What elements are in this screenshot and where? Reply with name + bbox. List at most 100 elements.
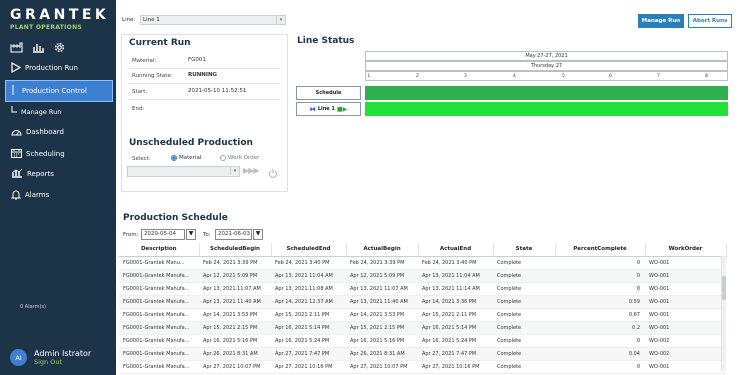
- table-cell: Complete: [493, 334, 555, 348]
- table-cell: Apr 16, 2021 5:14 PM: [418, 321, 493, 335]
- hour-tick: 8: [705, 74, 708, 79]
- sidebar-item-reports[interactable]: Reports: [0, 163, 116, 185]
- sidebar-item-alarms[interactable]: Alarms: [0, 184, 116, 206]
- table-cell: Apr 13, 2021 11:40 AM: [346, 295, 418, 309]
- gantt-date-range: May 27-27, 2021: [365, 51, 728, 61]
- table-cell: Apr 13, 2021 11:07 AM: [346, 282, 418, 296]
- column-header[interactable]: ScheduledEnd: [271, 243, 347, 257]
- table-cell: WO-002: [645, 334, 726, 348]
- main-content: Line: Line 1 ▾ Manage Run Abort Runs Cur…: [116, 0, 738, 375]
- column-header[interactable]: ScheduledBegin: [199, 243, 272, 257]
- material-value: FG001: [188, 57, 206, 63]
- chevron-down-icon: ▾: [276, 16, 285, 24]
- to-date-input[interactable]: 2021-06-03: [215, 229, 252, 240]
- table-cell: 0: [555, 269, 645, 283]
- table-cell: Apr 16, 2021 5:14 PM: [271, 321, 346, 335]
- column-header[interactable]: State: [493, 243, 556, 257]
- factory-icon[interactable]: [10, 38, 23, 57]
- report-icon: [11, 168, 23, 180]
- hour-tick: 5: [562, 74, 565, 79]
- column-header[interactable]: Description: [119, 243, 200, 257]
- table-row[interactable]: FG0001-Grantek Manufa... Apr 13, 2021 11:…: [119, 282, 726, 296]
- table-cell: Apr 26, 2021 8:31 AM: [199, 347, 271, 361]
- table-cell: Complete: [493, 347, 555, 361]
- table-cell: Complete: [493, 256, 555, 270]
- table-cell: Apr 13, 2021 11:04 AM: [271, 269, 346, 283]
- sidebar-item-label: Alarms: [25, 191, 50, 199]
- table-cell: Feb 24, 2021 3:40 PM: [418, 256, 493, 270]
- table-cell: Apr 27, 2021 10:07 PM: [199, 360, 271, 374]
- table-row[interactable]: FG0001-Grantek Manu... Feb 24, 2021 3:39 …: [119, 256, 726, 270]
- manage-run-button[interactable]: Manage Run: [638, 14, 684, 28]
- table-cell: 0.67: [555, 308, 645, 322]
- table-cell: Apr 16, 2021 5:16 PM: [346, 334, 418, 348]
- scrollbar-thumb[interactable]: [722, 276, 726, 300]
- branch-icon: [12, 85, 18, 97]
- table-cell: WO-001: [645, 295, 726, 309]
- sidebar-item-production-control[interactable]: Production Control: [5, 80, 113, 102]
- start-run-icon[interactable]: ▶▶▶: [243, 166, 260, 175]
- table-cell: 0: [555, 360, 645, 374]
- column-header[interactable]: ActualBegin: [346, 243, 419, 257]
- table-row[interactable]: FG0001-Grantek Manufa... Apr 12, 2021 5:0…: [119, 269, 726, 283]
- table-cell: WO-001: [645, 282, 726, 296]
- line-label: Line:: [122, 17, 136, 23]
- sidebar-item-label: Scheduling: [26, 150, 65, 158]
- table-cell: Feb 24, 2021 3:39 PM: [199, 256, 271, 270]
- table-row[interactable]: FG0001-Grantek Manufa... Apr 13, 2021 11:…: [119, 295, 726, 309]
- table-cell: Apr 14, 2021 3:53 PM: [346, 308, 418, 322]
- table-cell: WO-001: [645, 256, 726, 270]
- sidebar-item-scheduling[interactable]: Scheduling: [0, 143, 116, 165]
- line-select[interactable]: Line 1 ▾: [140, 15, 286, 25]
- from-chevron-down-icon[interactable]: ▼: [186, 229, 196, 240]
- table-cell: 0: [555, 282, 645, 296]
- sidebar-item-dashboard[interactable]: Dashboard: [0, 121, 116, 143]
- table-cell: Apr 27, 2021 7:47 PM: [271, 347, 346, 361]
- table-cell: Apr 13, 2021 11:08 AM: [271, 282, 346, 296]
- table-cell: Apr 12, 2021 5:09 PM: [346, 269, 418, 283]
- gantt-row-label-line: ⧓ Line 1 ■▶: [296, 102, 361, 116]
- table-cell: FG0001-Grantek Manufa...: [119, 321, 199, 335]
- table-scrollbar[interactable]: [721, 256, 726, 371]
- material-radio[interactable]: Material: [171, 155, 201, 161]
- sidebar-item-label: Production Run: [25, 64, 78, 72]
- sidebar-item-production-run[interactable]: Production Run: [0, 57, 116, 79]
- table-row[interactable]: FG0001-Grantek Manufa... Apr 15, 2021 2:1…: [119, 321, 726, 335]
- gear-icon[interactable]: [54, 38, 65, 57]
- table-cell: FG0001-Grantek Manufa...: [119, 347, 199, 361]
- hour-tick: 7: [657, 74, 660, 79]
- gantt-row-label-schedule: Schedule: [296, 86, 361, 100]
- table-row[interactable]: FG0001-Grantek Manufa... Apr 14, 2021 3:5…: [119, 308, 726, 322]
- sign-out-link[interactable]: Sign Out: [34, 358, 91, 366]
- table-row[interactable]: FG0001-Grantek Manufa... Apr 16, 2021 5:1…: [119, 334, 726, 348]
- brand-logo: GRANTEK: [10, 7, 110, 23]
- unscheduled-item-select[interactable]: ▾: [127, 166, 240, 177]
- column-header[interactable]: PercentComplete: [555, 243, 646, 257]
- work-order-radio[interactable]: Work Order: [220, 155, 259, 161]
- abort-runs-button[interactable]: Abort Runs: [688, 14, 732, 28]
- to-label: To:: [203, 232, 211, 238]
- power-icon[interactable]: [268, 164, 278, 183]
- table-cell: Apr 27, 2021 10:07 PM: [346, 360, 418, 374]
- column-header[interactable]: WorkOrder: [645, 243, 727, 257]
- table-cell: Apr 13, 2021 11:14 AM: [418, 282, 493, 296]
- bell-icon: [10, 189, 22, 202]
- start-value: 2021-05-10 11:52:51: [188, 88, 247, 94]
- to-chevron-down-icon[interactable]: ▼: [253, 229, 263, 240]
- table-row[interactable]: FG0001-Grantek Manufa... Apr 26, 2021 8:3…: [119, 347, 726, 361]
- from-date-input[interactable]: 2020-05-04: [141, 229, 185, 240]
- sidebar-item-label: Manage Run: [21, 108, 62, 116]
- gantt-hour-scale: 1 2 3 4 5 6 7 8: [365, 71, 728, 81]
- radio-icon: [171, 155, 177, 161]
- chart-icon[interactable]: [32, 38, 45, 57]
- table-row[interactable]: FG0001-Grantek Manufa... Apr 27, 2021 10:…: [119, 360, 726, 374]
- table-cell: WO-001: [645, 360, 726, 374]
- table-cell: Complete: [493, 308, 555, 322]
- table-cell: FG0001-Grantek Manufa...: [119, 360, 199, 374]
- gantt-day: Thursday 27: [365, 61, 728, 71]
- user-name: Admin Istrator: [34, 349, 92, 358]
- sidebar-item-manage-run[interactable]: Manage Run: [0, 101, 116, 123]
- table-cell: Apr 26, 2021 8:31 AM: [346, 347, 418, 361]
- column-header[interactable]: ActualEnd: [418, 243, 494, 257]
- table-body: FG0001-Grantek Manu... Feb 24, 2021 3:39 …: [119, 256, 726, 374]
